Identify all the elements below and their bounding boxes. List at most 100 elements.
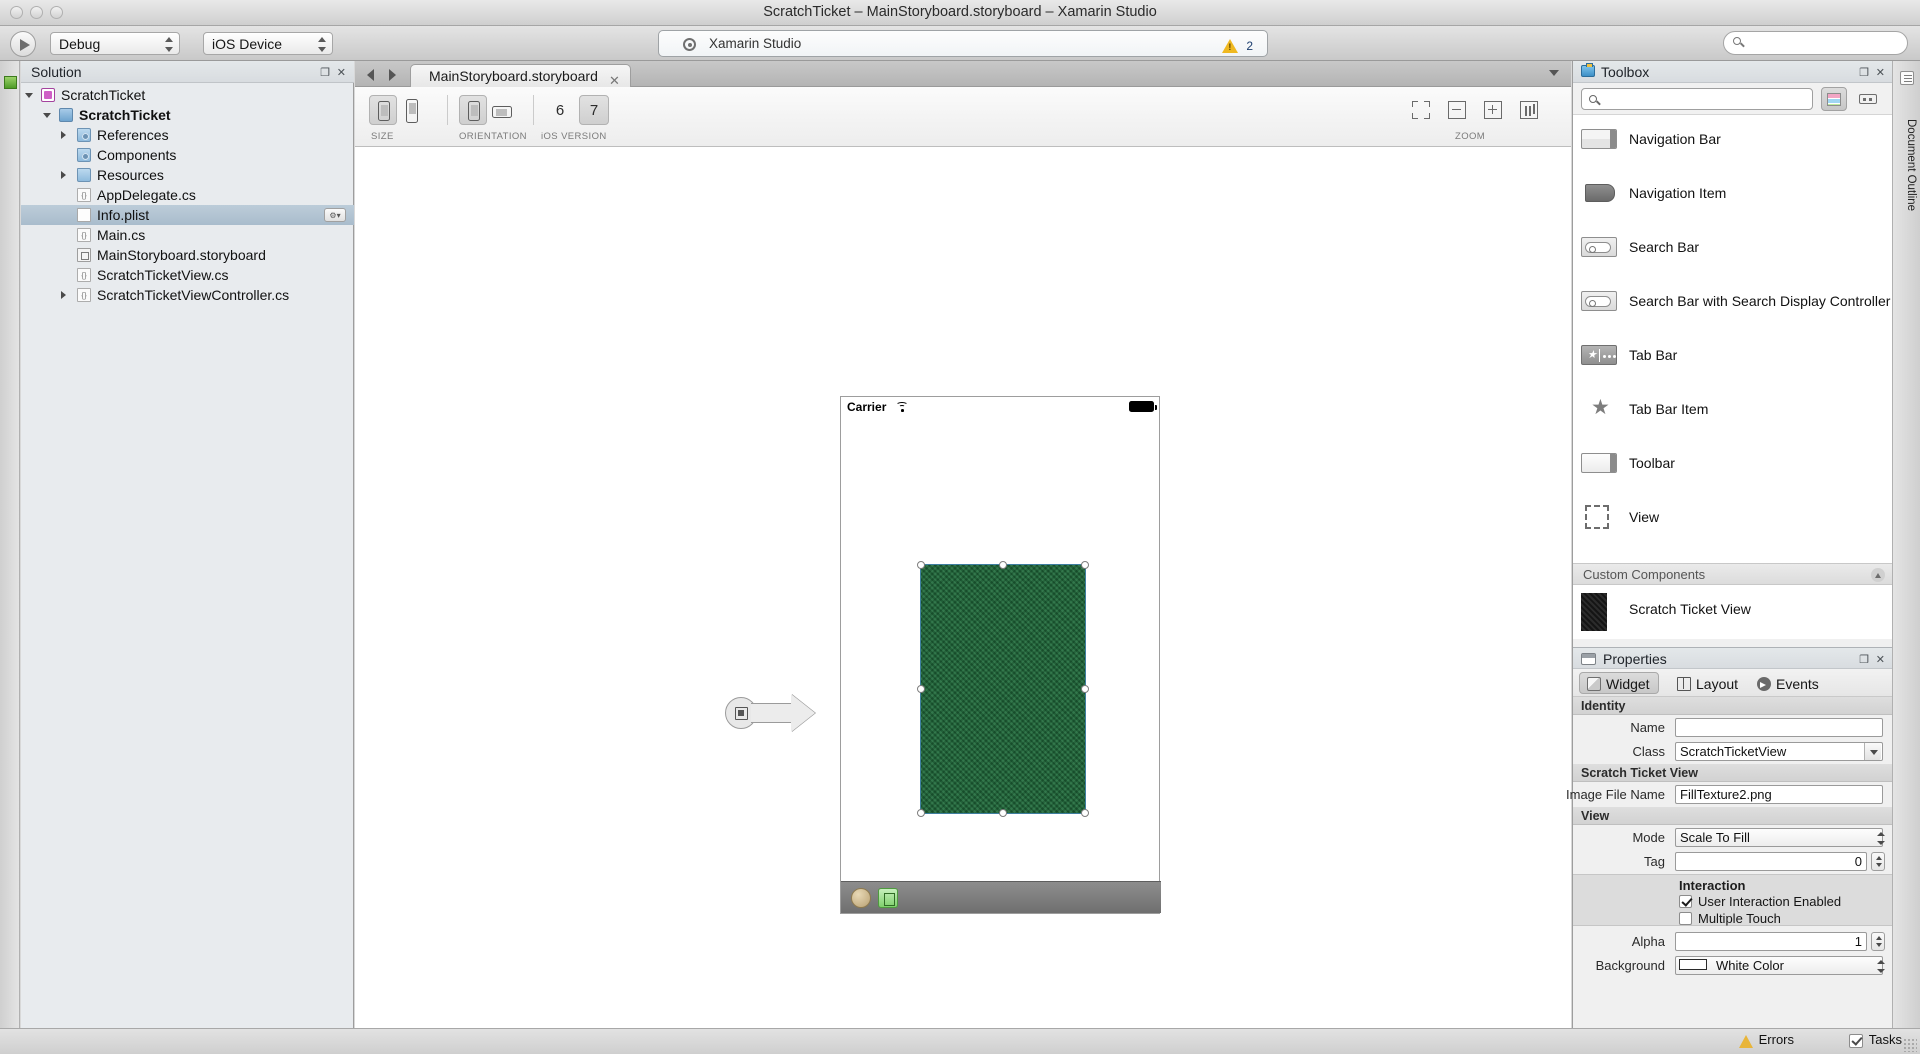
chevron-down-icon[interactable]: [1864, 743, 1881, 760]
properties-minimize-icon[interactable]: ❐: [1859, 653, 1869, 666]
toolbox-item[interactable]: Search Bar with Search Display Controlle…: [1573, 277, 1893, 331]
ios-toolbar[interactable]: [841, 881, 1161, 913]
device-value: iOS Device: [212, 36, 282, 52]
toolbox-item[interactable]: View: [1573, 493, 1893, 547]
zoom-fit-button[interactable]: [1412, 101, 1430, 119]
status-bar[interactable]: Xamarin Studio 2: [658, 30, 1268, 57]
file-options-button[interactable]: ⚙▾: [324, 208, 346, 222]
sidebar-tab-document-outline[interactable]: Document Outline: [1897, 119, 1917, 211]
custom-component-item[interactable]: Scratch Ticket View: [1573, 585, 1893, 639]
tree-row[interactable]: ScratchTicket: [21, 85, 354, 105]
toolbar-item-circle-icon[interactable]: [851, 888, 871, 908]
size-retina4-button[interactable]: [369, 95, 397, 125]
nav-forward-icon[interactable]: [389, 69, 396, 81]
tab-widget[interactable]: Widget: [1579, 672, 1659, 694]
alpha-stepper[interactable]: [1871, 932, 1885, 951]
solution-minimize-icon[interactable]: ❐: [320, 66, 330, 79]
device-selector[interactable]: iOS Device: [203, 32, 333, 55]
toolbox-item[interactable]: Navigation Item: [1573, 169, 1893, 223]
solution-close-icon[interactable]: ✕: [337, 66, 346, 79]
tab-events-label: Events: [1776, 676, 1819, 692]
toolbox-item-list[interactable]: Navigation Bar Navigation Item Search BarS…: [1573, 115, 1893, 563]
tab-layout[interactable]: Layout: [1669, 672, 1747, 694]
mode-field[interactable]: Scale To Fill: [1675, 828, 1883, 847]
tab-events[interactable]: Events: [1749, 672, 1828, 694]
tag-field[interactable]: 0: [1675, 852, 1867, 871]
twisty-collapsed-icon[interactable]: [61, 291, 66, 299]
tree-row[interactable]: {}AppDelegate.cs: [21, 185, 354, 205]
custom-components-header[interactable]: Custom Components: [1573, 563, 1893, 585]
iphone-device-frame[interactable]: Carrier: [840, 396, 1160, 914]
resize-handle-top-right[interactable]: [1081, 561, 1089, 569]
image-file-name-field[interactable]: FillTexture2.png: [1675, 785, 1883, 804]
twisty-collapsed-icon[interactable]: [61, 171, 66, 179]
toolbox-item[interactable]: ★Tab Bar: [1573, 331, 1893, 385]
chevron-down-icon[interactable]: [1549, 70, 1559, 76]
toolbox-list-view-button[interactable]: [1821, 87, 1847, 111]
orientation-segment-group[interactable]: [459, 95, 515, 125]
zoom-out-button[interactable]: [1448, 101, 1466, 119]
ios-version-6-button[interactable]: 6: [545, 95, 575, 125]
alpha-field[interactable]: 1: [1675, 932, 1867, 951]
resize-handle-top-left[interactable]: [917, 561, 925, 569]
global-search-input[interactable]: [1723, 31, 1908, 55]
name-field[interactable]: [1675, 718, 1883, 737]
tree-row[interactable]: MainStoryboard.storyboard: [21, 245, 354, 265]
resize-handle-middle-right[interactable]: [1081, 685, 1089, 693]
tree-row[interactable]: ScratchTicket: [21, 105, 354, 125]
toolbox-close-icon[interactable]: ✕: [1876, 66, 1885, 79]
storyboard-canvas[interactable]: Carrier: [355, 148, 1571, 1028]
toolbox-item[interactable]: Navigation Bar: [1573, 115, 1893, 169]
color-swatch[interactable]: [1679, 959, 1707, 970]
errors-button[interactable]: Errors: [1759, 1032, 1794, 1047]
tree-row[interactable]: Info.plist⚙▾: [21, 205, 354, 225]
tasks-button[interactable]: Tasks: [1869, 1032, 1902, 1047]
ios-version-7-button[interactable]: 7: [579, 95, 609, 125]
tab-mainstoryboard[interactable]: MainStoryboard.storyboard ✕: [410, 64, 631, 87]
resize-handle-middle-left[interactable]: [917, 685, 925, 693]
tag-stepper[interactable]: [1871, 852, 1885, 871]
toolbox-item[interactable]: Search Bar: [1573, 223, 1893, 277]
warning-indicator[interactable]: 2: [1222, 36, 1253, 53]
nav-back-icon[interactable]: [367, 69, 374, 81]
chevron-updown-icon[interactable]: [1877, 960, 1885, 973]
toolbar-item-export-icon[interactable]: [878, 888, 898, 908]
tree-row[interactable]: References: [21, 125, 354, 145]
custom-components-list[interactable]: Scratch Ticket View: [1573, 585, 1893, 639]
toolbox-search-input[interactable]: [1581, 88, 1813, 110]
toolbox-item[interactable]: Toolbar: [1573, 439, 1893, 493]
run-button[interactable]: [10, 31, 36, 57]
configuration-selector[interactable]: Debug: [50, 32, 180, 55]
resize-handle-bottom-left[interactable]: [917, 809, 925, 817]
tree-row[interactable]: {}Main.cs: [21, 225, 354, 245]
size-retina35-button[interactable]: [397, 95, 425, 125]
chevron-updown-icon[interactable]: [1877, 832, 1885, 845]
checkbox-icon[interactable]: [1679, 912, 1692, 925]
zoom-actual-size-button[interactable]: [1520, 101, 1538, 119]
checkbox-icon[interactable]: [1679, 895, 1692, 908]
twisty-expanded-icon[interactable]: [43, 113, 51, 118]
toolbox-icon-view-button[interactable]: [1855, 87, 1881, 111]
class-field[interactable]: ScratchTicketView: [1675, 742, 1883, 761]
resize-handle-bottom-right[interactable]: [1081, 809, 1089, 817]
toolbox-item-label: Navigation Item: [1629, 185, 1726, 201]
size-segment-group[interactable]: [369, 95, 425, 125]
toolbox-minimize-icon[interactable]: ❐: [1859, 66, 1869, 79]
tree-row[interactable]: {}ScratchTicketView.cs: [21, 265, 354, 285]
tree-row[interactable]: {}ScratchTicketViewController.cs: [21, 285, 354, 305]
tree-row[interactable]: Components: [21, 145, 354, 165]
events-icon: [1757, 677, 1771, 691]
resize-handle-bottom-center[interactable]: [999, 809, 1007, 817]
resize-handle-top-center[interactable]: [999, 561, 1007, 569]
chevron-up-icon[interactable]: [1871, 568, 1885, 582]
orientation-landscape-button[interactable]: [487, 95, 515, 125]
twisty-expanded-icon[interactable]: [25, 93, 33, 98]
toolbox-item[interactable]: ★Tab Bar Item: [1573, 385, 1893, 439]
scratch-ticket-view-instance[interactable]: [921, 565, 1085, 813]
twisty-collapsed-icon[interactable]: [61, 131, 66, 139]
resize-grip[interactable]: [1903, 1038, 1917, 1052]
zoom-in-button[interactable]: [1484, 101, 1502, 119]
orientation-portrait-button[interactable]: [459, 95, 487, 125]
tree-row[interactable]: Resources: [21, 165, 354, 185]
properties-close-icon[interactable]: ✕: [1876, 653, 1885, 666]
